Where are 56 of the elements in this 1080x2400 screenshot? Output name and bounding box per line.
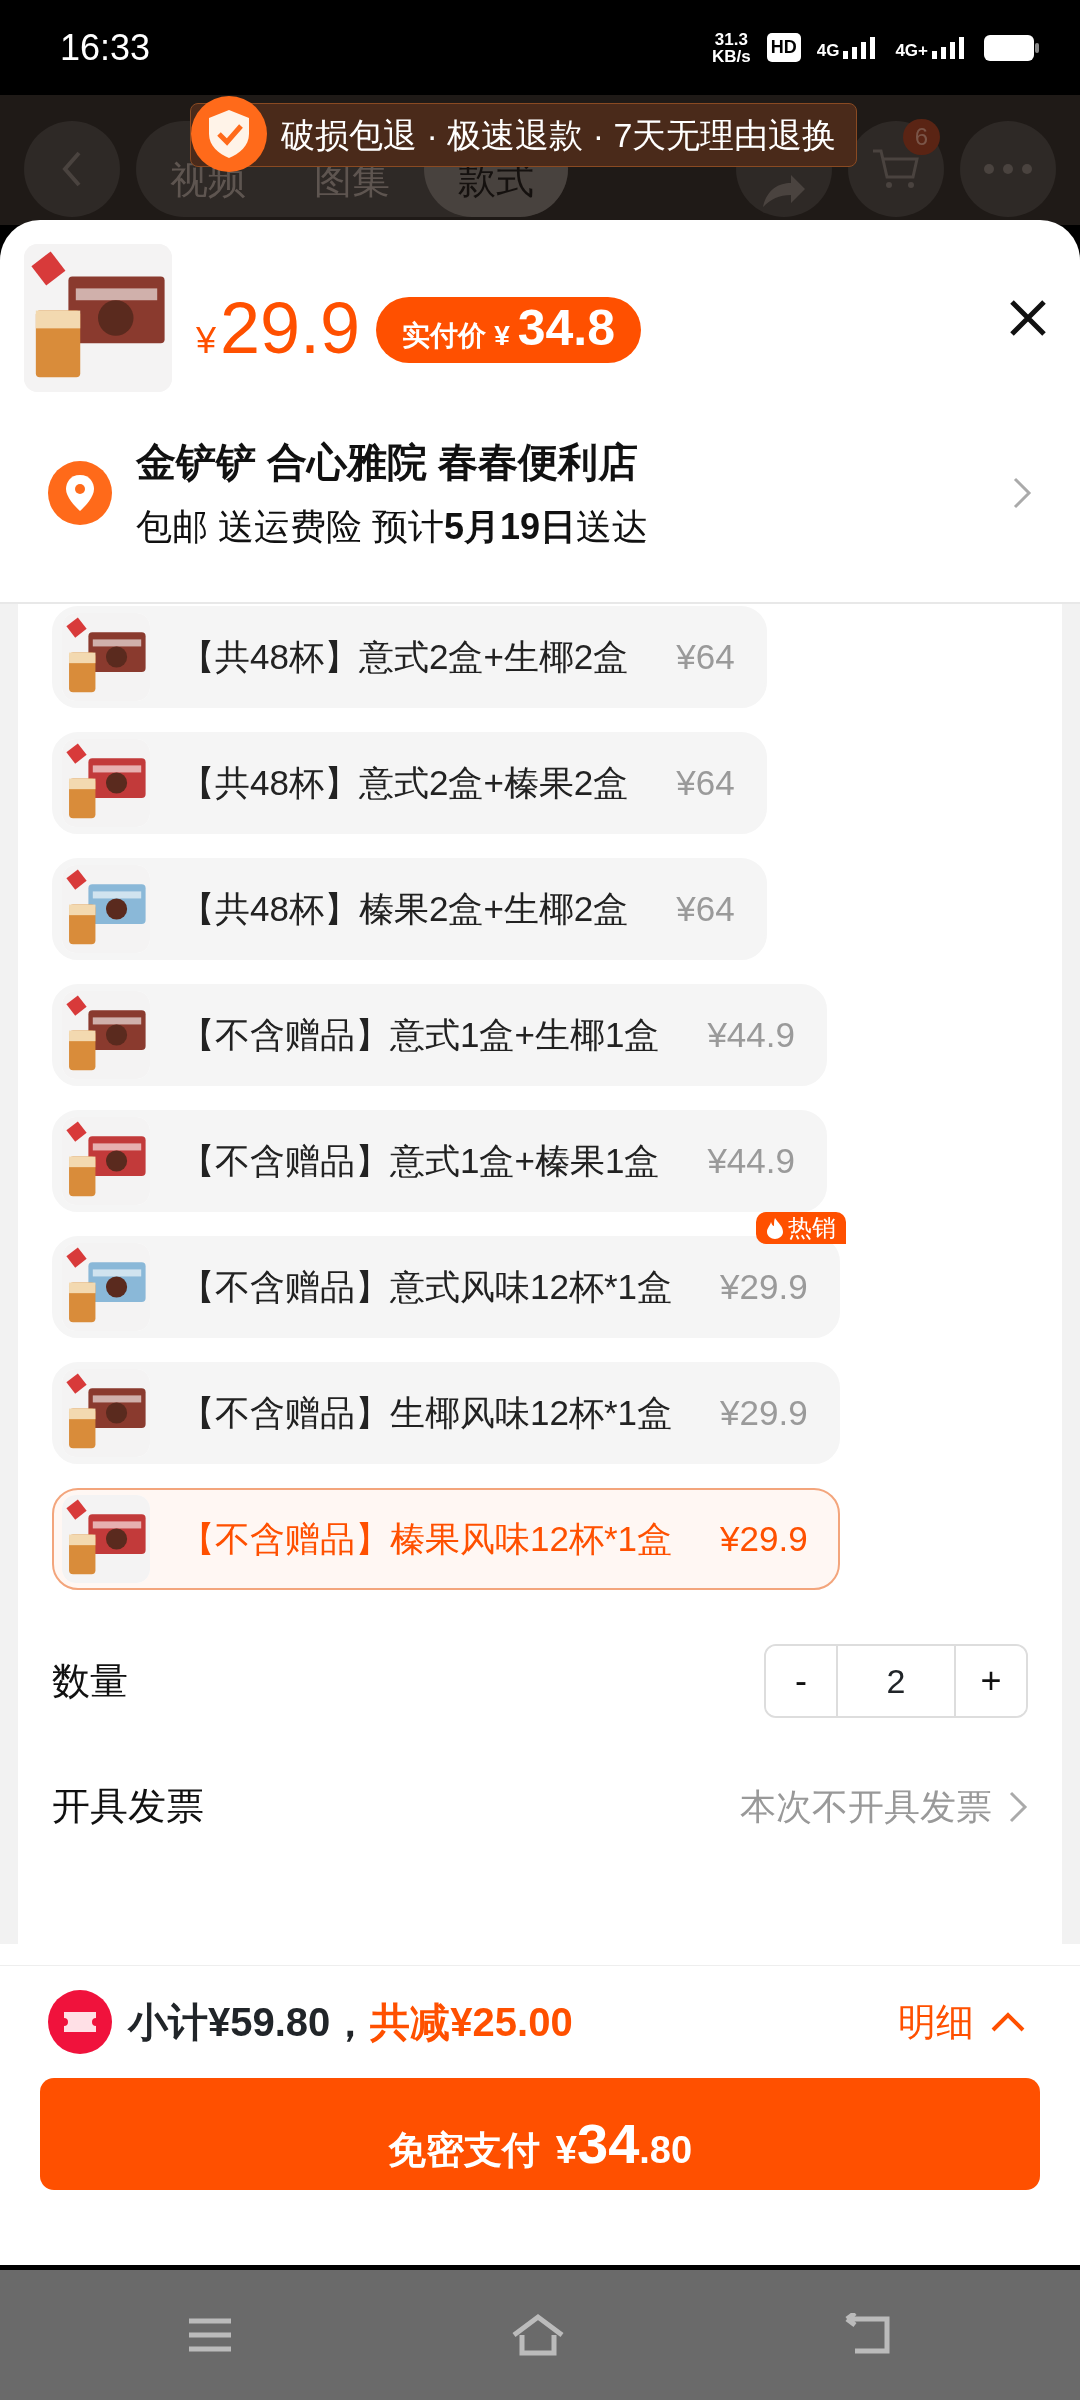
- option-price: ¥44.9: [707, 1013, 795, 1056]
- close-button[interactable]: [1008, 298, 1048, 338]
- quantity-stepper[interactable]: - 2 +: [764, 1644, 1028, 1718]
- location-pin-icon: [48, 461, 112, 525]
- option-price: ¥44.9: [707, 1139, 795, 1182]
- coupon-icon: [48, 1990, 112, 2054]
- chevron-up-icon: [990, 2011, 1026, 2033]
- network-type: 4G: [816, 41, 840, 59]
- share-icon: [761, 173, 807, 209]
- paid-price: 34.8: [517, 303, 616, 353]
- invoice-row[interactable]: 开具发票 本次不开具发票: [52, 1778, 1028, 1835]
- discount-text: 共减¥25.00: [370, 1999, 573, 2046]
- option-label: 【不含赠品】意式1盒+生椰1盒: [180, 1013, 660, 1056]
- quantity-label: 数量: [52, 1658, 128, 1704]
- clock-time: 16:33: [60, 25, 151, 70]
- invoice-value: 本次不开具发票: [740, 1784, 992, 1829]
- close-icon: [1008, 298, 1048, 338]
- paid-price-label: 实付价: [402, 319, 487, 353]
- network-type: 4G+: [895, 41, 928, 59]
- invoice-label: 开具发票: [52, 1784, 204, 1829]
- option-item[interactable]: 【不含赠品】意式1盒+榛果1盒 ¥44.9: [52, 1110, 827, 1212]
- subtotal-text: 小计¥59.80，: [128, 1999, 371, 2046]
- option-price: ¥64: [676, 761, 735, 804]
- currency-symbol: ¥: [196, 319, 217, 363]
- home-icon: [510, 2313, 566, 2357]
- option-item[interactable]: 【不含赠品】生椰风味12杯*1盒 ¥29.9: [52, 1362, 840, 1464]
- product-price: 29.9: [220, 292, 361, 364]
- option-label: 【共48杯】意式2盒+生椰2盒: [180, 635, 629, 678]
- option-label: 【共48杯】榛果2盒+生椰2盒: [180, 887, 629, 930]
- option-price: ¥64: [676, 635, 735, 678]
- address-name: 金铲铲 合心雅院 春春便利店: [136, 439, 640, 486]
- chevron-right-icon: [1008, 1789, 1028, 1824]
- option-label: 【不含赠品】意式风味12杯*1盒: [180, 1265, 673, 1308]
- delivery-info: 包邮 送运费险 预计5月19日送达: [136, 505, 650, 549]
- option-item[interactable]: 【不含赠品】意式1盒+生椰1盒 ¥44.9: [52, 984, 827, 1086]
- chevron-right-icon: [1012, 476, 1032, 510]
- option-label: 【共48杯】意式2盒+榛果2盒: [180, 761, 629, 804]
- menu-icon: [186, 2317, 233, 2353]
- option-price: ¥29.9: [720, 1517, 808, 1560]
- address-row[interactable]: 金铲铲 合心雅院 春春便利店 包邮 送运费险 预计5月19日送达: [0, 408, 1080, 578]
- option-item[interactable]: 【共48杯】榛果2盒+生椰2盒 ¥64: [52, 858, 767, 960]
- flame-icon: [765, 1217, 784, 1239]
- option-label: 【不含赠品】榛果风味12杯*1盒: [180, 1517, 673, 1560]
- network-speed: 31.3 KB/s: [711, 30, 751, 65]
- option-item[interactable]: 【共48杯】意式2盒+榛果2盒 ¥64: [52, 732, 767, 834]
- option-price: ¥64: [676, 887, 735, 930]
- currency-symbol: ¥: [494, 319, 510, 353]
- option-price: ¥29.9: [720, 1391, 808, 1434]
- more-icon: [983, 163, 1033, 175]
- cart-icon: [871, 147, 921, 191]
- option-label: 【不含赠品】生椰风味12杯*1盒: [180, 1391, 673, 1434]
- option-label: 【不含赠品】意式1盒+榛果1盒: [180, 1139, 660, 1182]
- option-item[interactable]: 【共48杯】意式2盒+生椰2盒 ¥64: [52, 606, 767, 708]
- hd-indicator: HD: [766, 33, 801, 62]
- battery-icon: [984, 33, 1040, 62]
- option-price: ¥29.9: [720, 1265, 808, 1308]
